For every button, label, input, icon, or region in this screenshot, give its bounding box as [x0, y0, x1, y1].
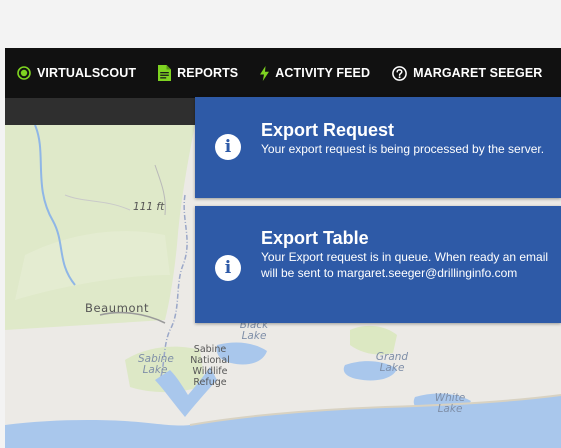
- nav-activity-feed[interactable]: ACTIVITY FEED: [260, 65, 371, 81]
- help-circle-icon: [392, 65, 407, 81]
- notification-export-table[interactable]: i Export Table Your Export request is in…: [195, 206, 561, 323]
- notification-title: Export Request: [261, 120, 395, 140]
- nav-virtualscout[interactable]: VIRTUALSCOUT: [17, 66, 136, 80]
- map-label-beaumont: Beaumont: [85, 301, 150, 315]
- lightning-icon: [260, 65, 270, 81]
- nav-user-menu[interactable]: MARGARET SEEGER: [392, 65, 543, 81]
- nav-reports[interactable]: REPORTS: [158, 65, 238, 81]
- map-label-black-lake: Black Lake: [239, 319, 269, 342]
- map-label-refuge: Sabine National Wildlife Refuge: [190, 344, 230, 388]
- map-label-white-lake: White Lake: [434, 392, 466, 415]
- notification-export-request[interactable]: i Export Request Your export request is …: [195, 97, 561, 198]
- nav-virtualscout-label: VIRTUALSCOUT: [37, 66, 137, 80]
- info-icon: i: [215, 134, 241, 160]
- nav-activity-feed-label: ACTIVITY FEED: [275, 66, 371, 80]
- nav-reports-label: REPORTS: [177, 66, 239, 80]
- map-label-sabine-lake: Sabine Lake: [138, 353, 174, 376]
- info-icon: i: [215, 255, 241, 281]
- app-window: VIRTUALSCOUT REPORTS ACTIVITY FEED MARGA…: [0, 0, 561, 448]
- document-icon: [158, 65, 172, 81]
- notification-message: Your Export request is in queue. When re…: [261, 250, 549, 280]
- map-label-grand-lake: Grand Lake: [375, 351, 409, 374]
- radio-target-icon: [17, 66, 31, 80]
- nav-user-name: MARGARET SEEGER: [413, 66, 543, 80]
- map-label-contour: 111 ft: [133, 201, 165, 213]
- top-blank-area: [0, 0, 561, 48]
- notification-message: Your export request is being processed b…: [261, 142, 545, 156]
- notification-title: Export Table: [261, 228, 369, 248]
- top-navbar: VIRTUALSCOUT REPORTS ACTIVITY FEED MARGA…: [5, 48, 561, 98]
